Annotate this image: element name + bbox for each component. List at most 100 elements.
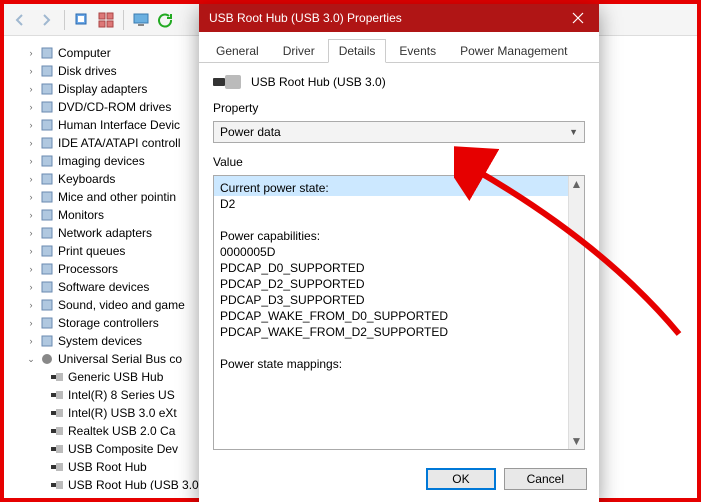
expand-icon[interactable]: ›: [26, 170, 36, 188]
device-icon: [40, 334, 54, 348]
nav-forward-icon[interactable]: [34, 8, 58, 32]
expand-icon[interactable]: ›: [26, 332, 36, 350]
expand-icon[interactable]: ›: [26, 224, 36, 242]
tree-label: Imaging devices: [58, 152, 145, 170]
tree-label: Storage controllers: [58, 314, 159, 332]
value-listbox[interactable]: Current power state:D2 Power capabilitie…: [213, 175, 585, 450]
value-line: Current power state:: [214, 176, 568, 196]
tree-label: Generic USB Hub: [68, 368, 163, 386]
tree-label: Computer: [58, 44, 111, 62]
grid-icon[interactable]: [95, 9, 117, 31]
device-icon: [40, 46, 54, 60]
scroll-down-icon[interactable]: ▼: [569, 433, 584, 449]
device-icon: [40, 226, 54, 240]
dialog-buttons: OK Cancel: [199, 458, 599, 502]
device-icon: [40, 280, 54, 294]
tab-driver[interactable]: Driver: [272, 39, 326, 63]
value-line: D2: [220, 196, 562, 212]
expand-icon[interactable]: ›: [26, 98, 36, 116]
expand-icon[interactable]: ›: [26, 206, 36, 224]
tree-label: Disk drives: [58, 62, 117, 80]
tree-label: Sound, video and game: [58, 296, 185, 314]
search-icon[interactable]: [71, 9, 93, 31]
property-value: Power data: [220, 125, 281, 139]
scrollbar[interactable]: ▲ ▼: [568, 176, 584, 449]
expand-icon[interactable]: ›: [26, 134, 36, 152]
toolbar-sep: [123, 10, 124, 30]
tab-events[interactable]: Events: [388, 39, 447, 63]
expand-icon[interactable]: ›: [26, 278, 36, 296]
refresh-icon[interactable]: [154, 9, 176, 31]
device-name: USB Root Hub (USB 3.0): [251, 75, 386, 89]
property-label: Property: [213, 101, 585, 115]
expand-icon[interactable]: ›: [26, 80, 36, 98]
device-icon: [40, 82, 54, 96]
tab-power-management[interactable]: Power Management: [449, 39, 578, 63]
property-dropdown[interactable]: Power data ▼: [213, 121, 585, 143]
device-header: USB Root Hub (USB 3.0): [213, 75, 585, 89]
tree-label: System devices: [58, 332, 142, 350]
usb-icon: [50, 460, 64, 474]
tree-label: IDE ATA/ATAPI controll: [58, 134, 180, 152]
tree-label: DVD/CD-ROM drives: [58, 98, 171, 116]
usb-icon: [50, 406, 64, 420]
device-icon: [40, 262, 54, 276]
device-icon: [40, 190, 54, 204]
value-line: [220, 340, 562, 356]
device-icon: [40, 208, 54, 222]
computer-icon[interactable]: [130, 9, 152, 31]
dialog-titlebar: USB Root Hub (USB 3.0) Properties: [199, 4, 599, 32]
tree-label: Human Interface Devic: [58, 116, 180, 134]
device-icon: [40, 244, 54, 258]
ok-button[interactable]: OK: [426, 468, 495, 490]
device-icon: [40, 298, 54, 312]
usb-icon: [50, 442, 64, 456]
tree-label: Universal Serial Bus co: [58, 350, 182, 368]
device-icon: [40, 100, 54, 114]
properties-dialog: USB Root Hub (USB 3.0) Properties Genera…: [199, 4, 599, 502]
tab-general[interactable]: General: [205, 39, 270, 63]
usb-plug-icon: [213, 75, 241, 89]
tree-label: Intel(R) 8 Series US: [68, 386, 175, 404]
tree-label: Intel(R) USB 3.0 eXt: [68, 404, 177, 422]
device-icon: [40, 172, 54, 186]
tree-label: USB Root Hub (USB 3.0): [68, 476, 203, 490]
expand-icon[interactable]: ›: [26, 260, 36, 278]
value-line: [220, 212, 562, 228]
dialog-title: USB Root Hub (USB 3.0) Properties: [209, 11, 557, 25]
expand-icon[interactable]: ›: [26, 116, 36, 134]
nav-back-icon[interactable]: [8, 8, 32, 32]
value-line: PDCAP_WAKE_FROM_D0_SUPPORTED: [220, 308, 562, 324]
toolbar-sep: [64, 10, 65, 30]
value-line: Power capabilities:: [220, 228, 562, 244]
scroll-up-icon[interactable]: ▲: [569, 176, 584, 192]
collapse-icon[interactable]: ⌄: [26, 350, 36, 368]
chevron-down-icon: ▼: [569, 127, 578, 137]
device-icon: [40, 136, 54, 150]
tree-label: Processors: [58, 260, 118, 278]
usb-icon: [50, 370, 64, 384]
expand-icon[interactable]: ›: [26, 188, 36, 206]
tree-label: Monitors: [58, 206, 104, 224]
cancel-button[interactable]: Cancel: [504, 468, 587, 490]
usb-icon: [50, 424, 64, 438]
tree-label: Software devices: [58, 278, 149, 296]
tree-label: USB Root Hub: [68, 458, 147, 476]
tree-label: Realtek USB 2.0 Ca: [68, 422, 175, 440]
value-line: PDCAP_D3_SUPPORTED: [220, 292, 562, 308]
device-icon: [40, 154, 54, 168]
expand-icon[interactable]: ›: [26, 314, 36, 332]
expand-icon[interactable]: ›: [26, 152, 36, 170]
expand-icon[interactable]: ›: [26, 242, 36, 260]
expand-icon[interactable]: ›: [26, 44, 36, 62]
tab-details[interactable]: Details: [328, 39, 387, 63]
dialog-body: USB Root Hub (USB 3.0) Property Power da…: [199, 63, 599, 458]
expand-icon[interactable]: ›: [26, 296, 36, 314]
expand-icon[interactable]: ›: [26, 62, 36, 80]
value-line: PDCAP_D0_SUPPORTED: [220, 260, 562, 276]
usb-icon: [50, 388, 64, 402]
tree-label: Mice and other pointin: [58, 188, 176, 206]
usb-icon: [40, 352, 54, 366]
value-line: PDCAP_D2_SUPPORTED: [220, 276, 562, 292]
close-icon[interactable]: [557, 4, 599, 32]
